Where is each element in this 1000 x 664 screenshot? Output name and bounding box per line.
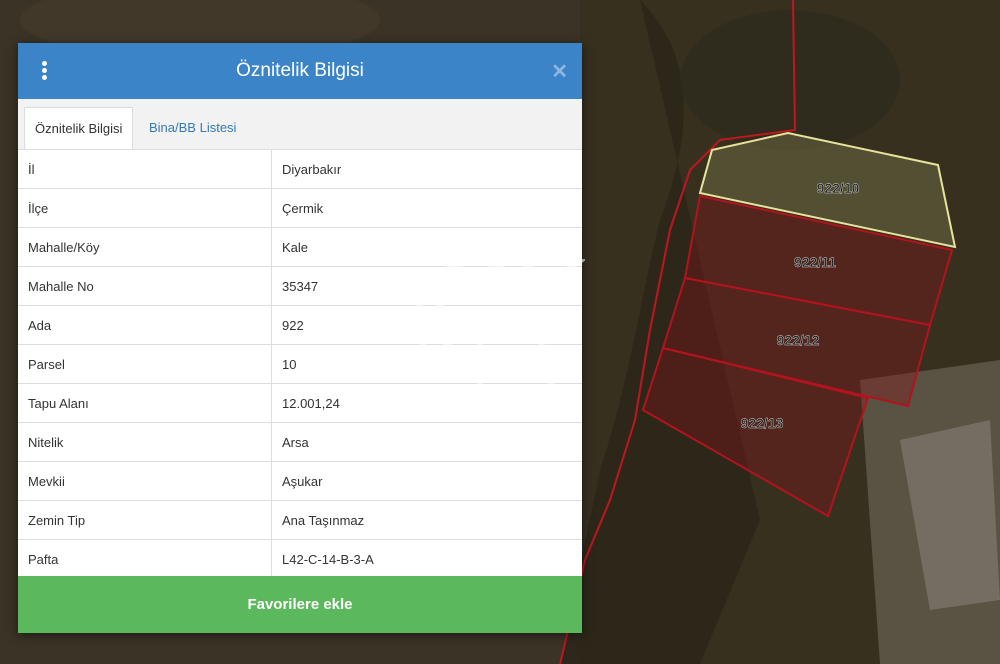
parcel-label: 922/10 [817, 180, 860, 196]
row-key: İl [18, 149, 272, 189]
close-icon[interactable]: ✕ [551, 59, 568, 84]
row-key: Tapu Alanı [18, 383, 272, 423]
row-key: Mahalle No [18, 266, 272, 306]
row-value: L42-C-14-B-3-A [271, 539, 582, 578]
row-key: İlçe [18, 188, 272, 228]
parcel-label: 922/12 [777, 332, 820, 348]
parcel-label: 922/13 [741, 415, 784, 431]
row-key: Pafta [18, 539, 272, 578]
table-row: İl Diyarbakır [18, 149, 582, 189]
row-key: Mevkii [18, 461, 272, 501]
panel-header: Öznitelik Bilgisi ✕ [18, 43, 582, 99]
row-value: Ana Taşınmaz [271, 500, 582, 540]
table-row: Pafta L42-C-14-B-3-A [18, 539, 582, 578]
add-to-favorites-button[interactable]: Favorilere ekle [18, 576, 582, 633]
row-key: Parsel [18, 344, 272, 384]
row-value: Çermik [271, 188, 582, 228]
row-value: Aşukar [271, 461, 582, 501]
row-key: Nitelik [18, 422, 272, 462]
parcel-label: 922/11 [794, 254, 836, 270]
tab-attribute-info[interactable]: Öznitelik Bilgisi [24, 107, 134, 150]
watermark-logo [414, 232, 585, 418]
row-value: Diyarbakır [271, 149, 582, 189]
tab-building-list[interactable]: Bina/BB Listesi [139, 107, 246, 149]
table-row: Mevkii Aşukar [18, 461, 582, 501]
panel-title: Öznitelik Bilgisi [236, 60, 364, 81]
table-row: İlçe Çermik [18, 188, 582, 228]
tab-bar: Öznitelik Bilgisi Bina/BB Listesi [18, 99, 582, 150]
row-key: Ada [18, 305, 272, 345]
row-key: Zemin Tip [18, 500, 272, 540]
table-row: Zemin Tip Ana Taşınmaz [18, 500, 582, 540]
row-key: Mahalle/Köy [18, 227, 272, 267]
